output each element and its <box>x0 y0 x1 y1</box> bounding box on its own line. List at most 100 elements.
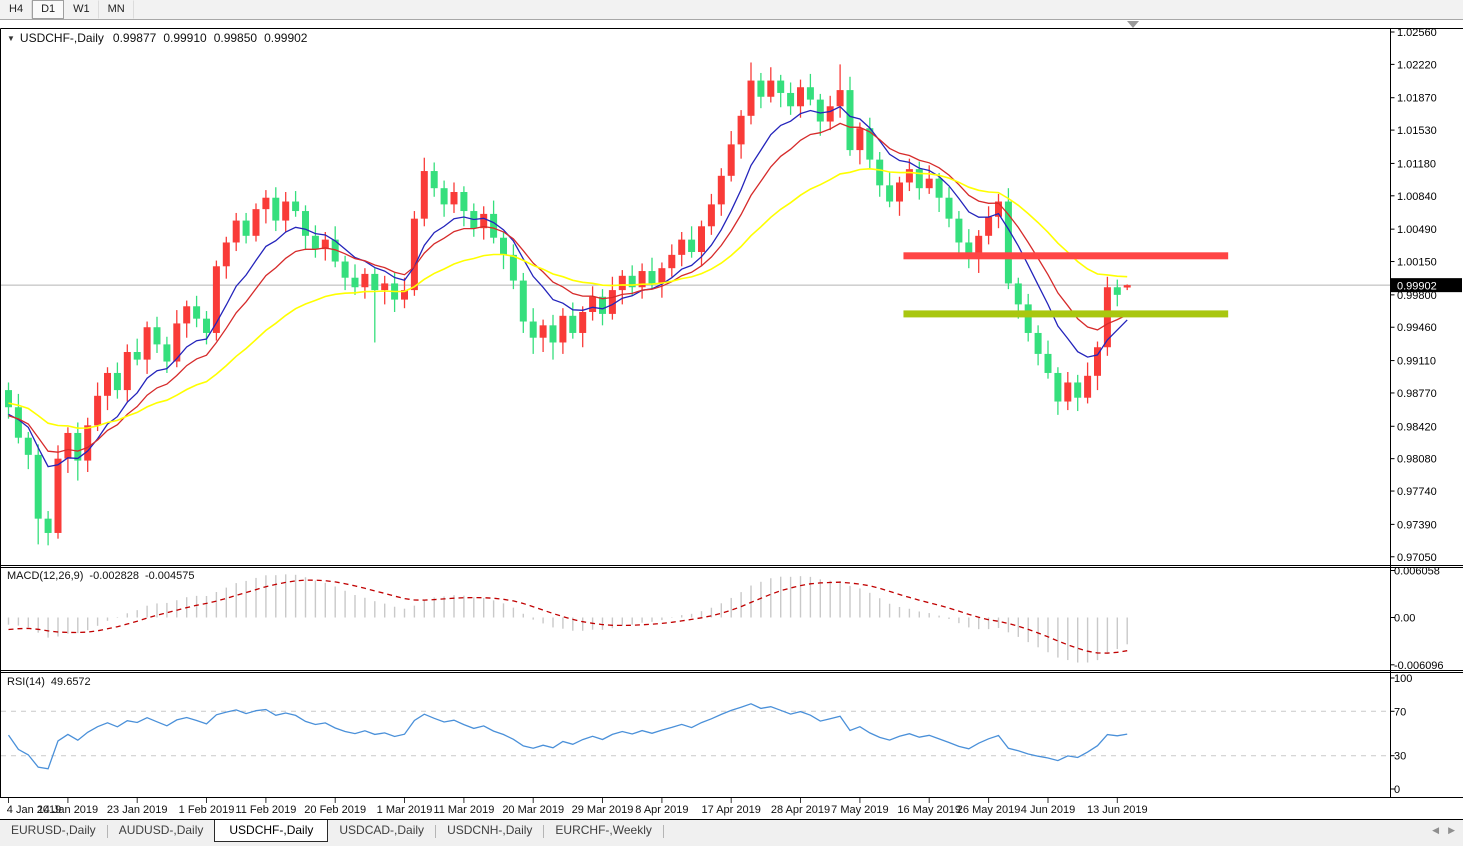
rsi-pane <box>1 704 1391 769</box>
candle <box>411 219 418 290</box>
candle <box>876 160 883 186</box>
timeframe-button-d1[interactable]: D1 <box>32 0 64 19</box>
svg-text:4 Jun 2019: 4 Jun 2019 <box>1021 804 1075 816</box>
tab-scroll-left-icon[interactable]: ◀ <box>1432 826 1439 835</box>
candle <box>223 242 230 266</box>
svg-text:1.00150: 1.00150 <box>1397 257 1437 269</box>
candle <box>203 319 210 333</box>
resistance-line[interactable] <box>903 252 1228 259</box>
candle <box>124 352 131 390</box>
support-line[interactable] <box>903 310 1228 317</box>
rsi-pane-label: RSI(14)49.6572 <box>7 676 97 688</box>
candle <box>658 268 665 283</box>
svg-text:20 Mar 2019: 20 Mar 2019 <box>502 804 564 816</box>
candle <box>837 90 844 106</box>
candle <box>163 344 170 361</box>
timeframe-button-h4[interactable]: H4 <box>0 0 32 19</box>
candle <box>302 211 309 236</box>
candle <box>55 459 62 533</box>
candle <box>342 262 349 278</box>
ema-fast-line <box>9 107 1128 467</box>
tab-eurchf-weekly[interactable]: EURCHF-,Weekly <box>544 820 662 841</box>
candle <box>45 519 52 533</box>
macd-pane-label: MACD(12,26,9)-0.002828-0.004575 <box>7 570 201 582</box>
candle <box>64 433 71 459</box>
candle <box>134 352 141 360</box>
candle <box>955 219 962 243</box>
svg-text:70: 70 <box>1394 706 1406 718</box>
chart-canvas[interactable]: 1.025601.022201.018701.015301.011801.008… <box>0 0 1463 846</box>
candle <box>559 316 566 343</box>
candle <box>569 316 576 333</box>
candle <box>985 217 992 236</box>
candle <box>510 255 517 281</box>
svg-text:0.97740: 0.97740 <box>1397 486 1437 498</box>
candle <box>748 81 755 116</box>
ema-mid-line <box>9 123 1128 452</box>
svg-text:11 Mar 2019: 11 Mar 2019 <box>433 804 494 816</box>
tab-usdcnh-daily[interactable]: USDCNH-,Daily <box>436 820 543 841</box>
svg-text:0.98080: 0.98080 <box>1397 454 1437 466</box>
chart-shift-marker-icon[interactable] <box>1127 21 1139 28</box>
svg-text:0.00: 0.00 <box>1394 613 1415 625</box>
candle <box>431 171 438 188</box>
candle <box>1025 304 1032 333</box>
macd-value: -0.002828 <box>89 570 139 582</box>
tab-scroll-arrows: ◀ ▶ <box>1432 826 1455 835</box>
candle <box>500 238 507 255</box>
macd-pane <box>9 574 1128 662</box>
trading-terminal-window: H4 D1 W1 MN 1.025601.022201.018701.01530… <box>0 0 1463 846</box>
svg-text:0.99460: 0.99460 <box>1397 322 1437 334</box>
date-axis: 4 Jan 201914 Jan 201923 Jan 20191 Feb 20… <box>7 798 1148 816</box>
tab-usdcad-daily[interactable]: USDCAD-,Daily <box>328 820 435 841</box>
svg-text:1 Mar 2019: 1 Mar 2019 <box>377 804 433 816</box>
candle <box>441 188 448 204</box>
tab-scroll-right-icon[interactable]: ▶ <box>1448 826 1455 835</box>
candle <box>708 204 715 226</box>
ema-slow-line <box>9 169 1128 428</box>
candle <box>906 169 913 182</box>
moving-averages <box>9 107 1128 467</box>
svg-text:26 May 2019: 26 May 2019 <box>957 804 1021 816</box>
candle <box>1074 382 1081 397</box>
candle <box>609 290 616 314</box>
candle <box>1035 333 1042 354</box>
svg-text:16 May 2019: 16 May 2019 <box>897 804 961 816</box>
candle <box>619 276 626 290</box>
candle <box>817 100 824 122</box>
svg-text:29 Mar 2019: 29 Mar 2019 <box>572 804 634 816</box>
symbol-tabs-bar: EURUSD-,Daily AUDUSD-,Daily USDCHF-,Dail… <box>0 819 1463 846</box>
svg-text:28 Apr 2019: 28 Apr 2019 <box>771 804 830 816</box>
timeframe-button-mn[interactable]: MN <box>99 0 134 19</box>
tab-audusd-daily[interactable]: AUDUSD-,Daily <box>108 820 215 841</box>
candle <box>926 179 933 189</box>
candle <box>1045 354 1052 373</box>
candle <box>154 327 161 344</box>
svg-text:1.02220: 1.02220 <box>1397 59 1437 71</box>
svg-text:1.00840: 1.00840 <box>1397 191 1437 203</box>
tab-usdchf-daily[interactable]: USDCHF-,Daily <box>214 820 328 842</box>
svg-text:0: 0 <box>1394 784 1400 796</box>
timeframe-button-w1[interactable]: W1 <box>64 0 99 19</box>
candle <box>421 171 428 219</box>
svg-text:1.02560: 1.02560 <box>1397 27 1437 39</box>
candle <box>282 202 289 221</box>
candle <box>827 106 834 121</box>
candle <box>530 322 537 338</box>
candle <box>668 255 675 268</box>
macd-name: MACD(12,26,9) <box>7 570 83 582</box>
candle <box>946 198 953 219</box>
candle <box>233 221 240 243</box>
chart-menu-arrow-icon[interactable]: ▼ <box>7 34 15 43</box>
candle <box>540 325 547 337</box>
candle <box>114 373 121 390</box>
svg-text:14 Jan 2019: 14 Jan 2019 <box>38 804 99 816</box>
candle <box>5 390 12 407</box>
svg-text:8 Apr 2019: 8 Apr 2019 <box>635 804 688 816</box>
candlesticks <box>5 62 1131 545</box>
candle <box>698 226 705 252</box>
svg-text:0.006058: 0.006058 <box>1394 566 1440 578</box>
tab-eurusd-daily[interactable]: EURUSD-,Daily <box>0 820 107 841</box>
candle <box>144 327 151 359</box>
candle <box>35 455 42 519</box>
